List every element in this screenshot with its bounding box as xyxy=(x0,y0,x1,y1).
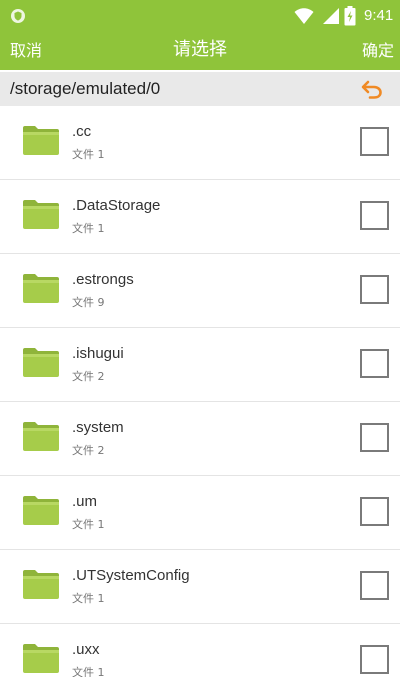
select-checkbox[interactable] xyxy=(360,275,389,304)
folder-icon xyxy=(23,496,59,525)
select-checkbox[interactable] xyxy=(360,423,389,452)
select-checkbox[interactable] xyxy=(360,127,389,156)
confirm-button[interactable]: 确定 xyxy=(362,40,394,62)
select-checkbox[interactable] xyxy=(360,645,389,674)
file-count: 文件 9 xyxy=(72,296,105,309)
folder-icon xyxy=(23,422,59,451)
select-checkbox[interactable] xyxy=(360,349,389,378)
cancel-button[interactable]: 取消 xyxy=(10,40,42,62)
path-bar: /storage/emulated/0 xyxy=(0,72,400,106)
list-item[interactable]: .ishugui 文件 2 xyxy=(0,328,400,402)
file-list: .cc 文件 1 .DataStorage 文件 1 .estrongs 文件 … xyxy=(0,106,400,677)
clock-time: 9:41 xyxy=(364,7,394,24)
file-count: 文件 1 xyxy=(72,222,105,235)
file-count: 文件 1 xyxy=(72,518,105,531)
signal-icon xyxy=(323,8,339,24)
select-checkbox[interactable] xyxy=(360,571,389,600)
current-path: /storage/emulated/0 xyxy=(10,79,161,98)
file-name: .ishugui xyxy=(72,345,124,362)
file-name: .UTSystemConfig xyxy=(72,567,190,584)
file-name: .cc xyxy=(72,123,92,140)
folder-icon xyxy=(23,348,59,377)
file-count: 文件 1 xyxy=(72,666,105,677)
file-name: .uxx xyxy=(72,641,100,658)
list-item[interactable]: .DataStorage 文件 1 xyxy=(0,180,400,254)
undo-arrow-icon[interactable] xyxy=(360,79,384,99)
list-item[interactable]: .um 文件 1 xyxy=(0,476,400,550)
list-item[interactable]: .UTSystemConfig 文件 1 xyxy=(0,550,400,624)
status-bar: 9:41 xyxy=(0,0,400,32)
select-checkbox[interactable] xyxy=(360,497,389,526)
file-name: .estrongs xyxy=(72,271,134,288)
folder-icon xyxy=(23,126,59,155)
list-item[interactable]: .estrongs 文件 9 xyxy=(0,254,400,328)
folder-icon xyxy=(23,570,59,599)
title-bar: 取消 请选择 确定 xyxy=(0,32,400,70)
file-count: 文件 1 xyxy=(72,148,105,161)
file-picker-screen: 9:41 取消 请选择 确定 /storage/emulated/0 .cc 文… xyxy=(0,0,400,677)
list-item[interactable]: .system 文件 2 xyxy=(0,402,400,476)
list-item[interactable]: .cc 文件 1 xyxy=(0,106,400,180)
file-name: .um xyxy=(72,493,98,510)
wifi-icon xyxy=(294,8,314,24)
battery-charging-icon xyxy=(344,6,356,26)
folder-icon xyxy=(23,644,59,673)
file-count: 文件 2 xyxy=(72,370,105,383)
folder-icon xyxy=(23,200,59,229)
list-item[interactable]: .uxx 文件 1 xyxy=(0,624,400,677)
file-count: 文件 2 xyxy=(72,444,105,457)
select-checkbox[interactable] xyxy=(360,201,389,230)
page-title: 请选择 xyxy=(173,39,227,60)
folder-icon xyxy=(23,274,59,303)
shield-icon xyxy=(11,9,25,23)
file-name: .system xyxy=(72,419,124,436)
file-count: 文件 1 xyxy=(72,592,105,605)
file-name: .DataStorage xyxy=(72,197,161,214)
